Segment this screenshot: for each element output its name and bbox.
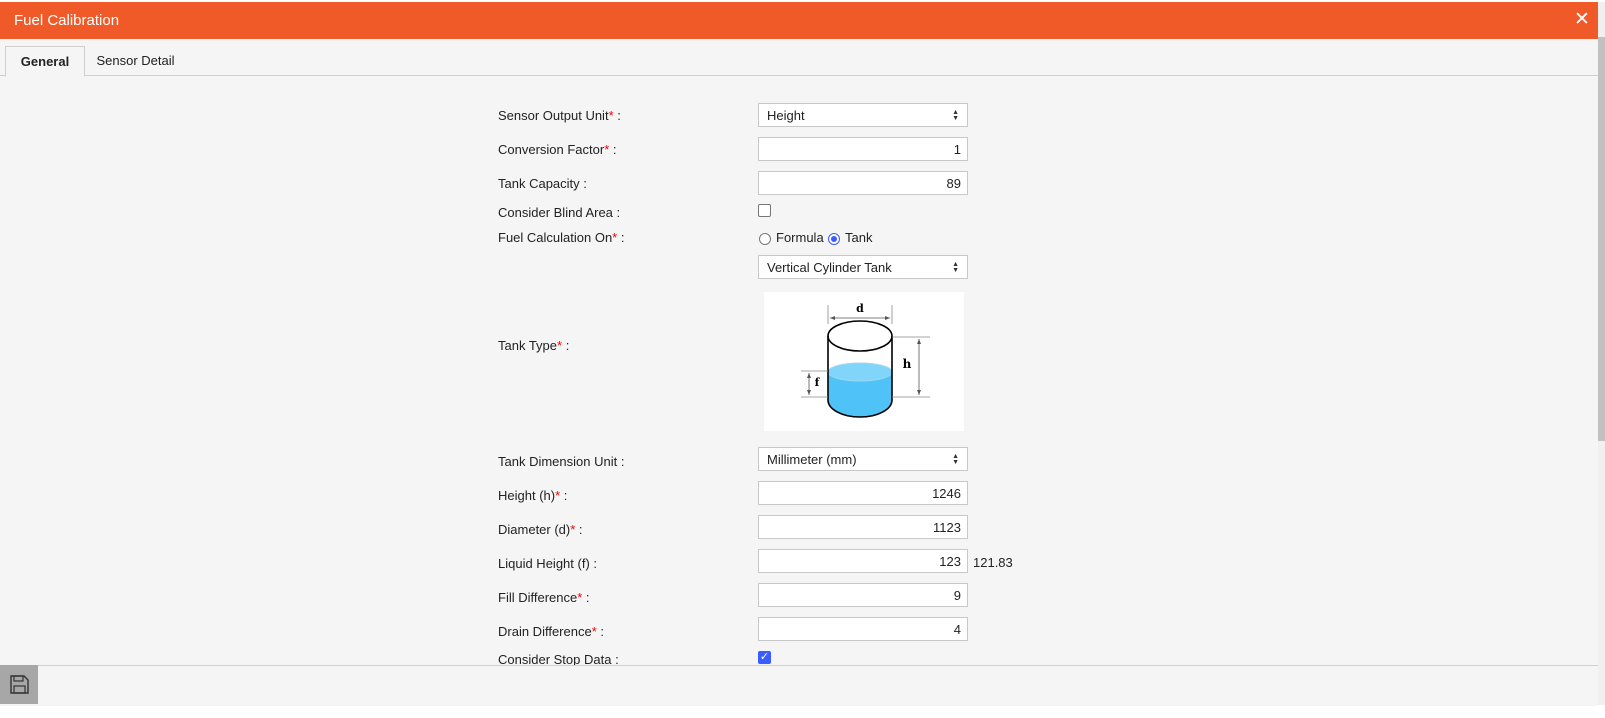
select-arrows-icon: ▲ ▼ [952, 453, 959, 466]
liquid-height-input[interactable]: 123 [758, 549, 968, 573]
liquid-height-computed-value: 121.83 [973, 555, 1013, 570]
dialog-title: Fuel Calibration [14, 12, 120, 29]
tank-dimension-unit-label: Tank Dimension Unit : [498, 454, 625, 469]
tank-dimension-unit-select[interactable]: Millimeter (mm) ▲ ▼ [758, 447, 968, 471]
sensor-output-unit-select[interactable]: Height ▲ ▼ [758, 103, 968, 127]
tab-general[interactable]: General [5, 46, 85, 77]
dialog-titlebar: Fuel Calibration ✕ [0, 2, 1598, 39]
fuel-calculation-on-label: Fuel Calculation On* : [498, 230, 625, 245]
scrollbar-thumb[interactable] [1598, 37, 1605, 441]
consider-stop-data-checkbox[interactable]: ✓ [758, 651, 771, 664]
height-input[interactable]: 1246 [758, 481, 968, 505]
tank-capacity-label: Tank Capacity : [498, 176, 587, 191]
vertical-cylinder-tank-diagram: d h f [764, 292, 964, 431]
fill-difference-input[interactable]: 9 [758, 583, 968, 607]
diagram-label-d: d [856, 302, 864, 315]
liquid-height-label: Liquid Height (f) : [498, 556, 598, 571]
tank-capacity-input[interactable]: 89 [758, 171, 968, 195]
conversion-factor-input[interactable]: 1 [758, 137, 968, 161]
tank-radio[interactable] [828, 233, 840, 245]
select-arrows-icon: ▲ ▼ [952, 261, 959, 274]
tank-radio-label[interactable]: Tank [845, 230, 872, 245]
fill-difference-label: Fill Difference* : [498, 590, 590, 605]
diagram-label-f: f [815, 376, 821, 389]
sensor-output-unit-label: Sensor Output Unit* : [498, 108, 621, 123]
formula-radio-label[interactable]: Formula [776, 230, 824, 245]
save-icon [10, 675, 29, 694]
height-label: Height (h)* : [498, 488, 568, 503]
consider-blind-area-label: Consider Blind Area : [498, 205, 621, 220]
tank-type-select[interactable]: Vertical Cylinder Tank ▲ ▼ [758, 255, 968, 279]
consider-blind-area-checkbox[interactable] [758, 204, 771, 217]
drain-difference-label: Drain Difference* : [498, 624, 604, 639]
save-button[interactable] [0, 665, 38, 704]
dialog-footer [0, 665, 1598, 706]
conversion-factor-label: Conversion Factor* : [498, 142, 617, 157]
tab-sensor-detail[interactable]: Sensor Detail [88, 46, 183, 75]
formula-radio[interactable] [759, 233, 771, 245]
diagram-label-h: h [903, 357, 912, 371]
diameter-input[interactable]: 1123 [758, 515, 968, 539]
tab-bar: General Sensor Detail [0, 39, 1598, 77]
select-arrows-icon: ▲ ▼ [952, 109, 959, 122]
close-icon[interactable]: ✕ [1574, 9, 1590, 31]
tank-type-label: Tank Type* : [498, 338, 570, 353]
diameter-label: Diameter (d)* : [498, 522, 583, 537]
drain-difference-input[interactable]: 4 [758, 617, 968, 641]
